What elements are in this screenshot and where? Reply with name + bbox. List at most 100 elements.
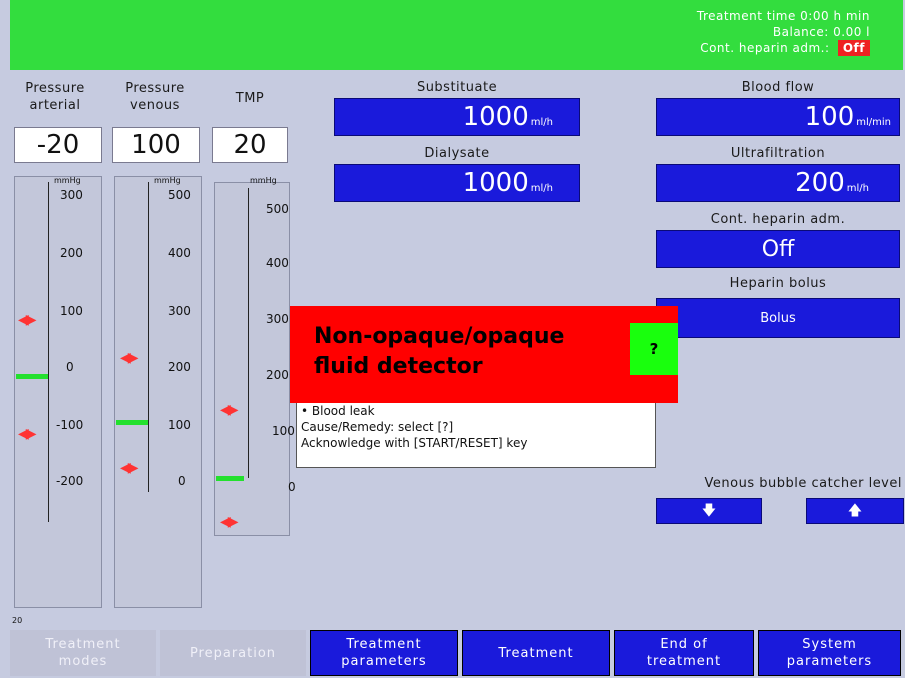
ultrafiltration-label: Ultrafiltration: [730, 146, 826, 161]
arterial-tick: -100: [56, 418, 84, 432]
dialysate-button[interactable]: 1000 ml/h: [334, 164, 580, 202]
blood-flow-button[interactable]: 100 ml/min: [656, 98, 900, 136]
alarm-line-3: Acknowledge with [START/RESET] key: [301, 436, 528, 450]
cont-heparin-button[interactable]: Off: [656, 230, 900, 268]
ultrafiltration-button[interactable]: 200 ml/h: [656, 164, 900, 202]
tmp-upper-limit-arrows[interactable]: ◀▶: [220, 402, 238, 418]
tmp-lower-limit-arrows[interactable]: ◀▶: [220, 514, 238, 530]
tab-preparation[interactable]: Preparation: [160, 630, 306, 676]
arterial-tick: 300: [60, 188, 83, 202]
dialysate-unit: ml/h: [530, 183, 553, 194]
tmp-tick: 100: [272, 424, 295, 438]
venous-tick: 300: [168, 304, 191, 318]
tmp-tick: 200: [266, 368, 289, 382]
tmp-tick: 400: [266, 256, 289, 270]
annotation-text: Non-opaque/opaque fluid detector: [314, 322, 624, 382]
tab-label: Treatment: [346, 637, 422, 652]
annotation-line-1: Non-opaque/opaque: [314, 324, 565, 349]
heparin-bolus-label: Heparin bolus: [729, 276, 827, 291]
cont-heparin-status-label: Cont. heparin adm.:: [700, 41, 830, 55]
tmp-unit: mmHg: [250, 176, 277, 185]
tmp-scale-line: [248, 188, 249, 478]
substitute-unit: ml/h: [530, 117, 553, 128]
tab-label: treatment: [646, 654, 722, 669]
arterial-unit: mmHg: [54, 176, 81, 185]
tmp-level-bar: [216, 476, 244, 481]
tab-system-parameters[interactable]: System parameters: [758, 630, 901, 676]
balance: Balance: 0.00 l: [772, 25, 870, 39]
blood-flow-label: Blood flow: [741, 80, 815, 95]
arterial-gauge: [14, 176, 102, 608]
venous-tick: 200: [168, 360, 191, 374]
venous-tick: 500: [168, 188, 191, 202]
substitute-button[interactable]: 1000 ml/h: [334, 98, 580, 136]
venous-lower-limit-arrows[interactable]: ◀▶: [120, 460, 138, 476]
blood-flow-value: 100: [804, 102, 855, 132]
dialysate-value: 1000: [462, 168, 529, 198]
bubble-catcher-label: Venous bubble catcher level: [704, 476, 902, 491]
tab-label: System: [802, 637, 857, 652]
arterial-level-bar: [16, 374, 48, 379]
tmp-label: TMP: [235, 91, 265, 106]
arterial-upper-limit-arrows[interactable]: ◀▶: [18, 312, 36, 328]
venous-tick: 0: [178, 474, 186, 488]
tab-label: Preparation: [189, 645, 277, 661]
tmp-gauge: [214, 182, 290, 536]
help-button[interactable]: ?: [630, 323, 678, 375]
arterial-lower-limit-arrows[interactable]: ◀▶: [18, 426, 36, 442]
cont-heparin-status: Cont. heparin adm.: Off: [560, 40, 870, 56]
venous-upper-limit-arrows[interactable]: ◀▶: [120, 350, 138, 366]
pressure-venous-label-2: venous: [130, 98, 180, 113]
venous-tick: 400: [168, 246, 191, 260]
arterial-tick: 100: [60, 304, 83, 318]
ultrafiltration-value: 200: [795, 168, 845, 198]
bubble-level-up-button[interactable]: 🡅: [806, 498, 904, 524]
tab-label: Treatment: [498, 645, 574, 661]
venous-value: 100: [112, 127, 200, 163]
pressure-arterial-label-1: Pressure: [25, 81, 85, 96]
cont-heparin-status-badge: Off: [837, 40, 870, 56]
pressure-arterial-label: Pressure arterial: [10, 80, 100, 114]
tab-treatment-modes[interactable]: Treatment modes: [10, 630, 156, 676]
tmp-tick: 300: [266, 312, 289, 326]
tab-treatment[interactable]: Treatment: [462, 630, 610, 676]
tab-end-of-treatment[interactable]: End of treatment: [614, 630, 754, 676]
arterial-tick: -200: [56, 474, 84, 488]
cont-heparin-label: Cont. heparin adm.: [710, 212, 846, 227]
tab-treatment-parameters[interactable]: Treatment parameters: [310, 630, 458, 676]
treatment-time: Treatment time 0:00 h min: [696, 9, 870, 23]
alarm-line-1: • Blood leak: [301, 404, 375, 418]
pressure-venous-label: Pressure venous: [110, 80, 200, 114]
dialysate-label: Dialysate: [424, 146, 490, 161]
status-info: Treatment time 0:00 h min Balance: 0.00 …: [560, 8, 870, 56]
arterial-tick: 200: [60, 246, 83, 260]
arterial-scale-line: [48, 182, 49, 522]
tmp-tick: 500: [266, 202, 289, 216]
substitute-label: Substituate: [416, 80, 498, 95]
substitute-value: 1000: [462, 102, 529, 132]
tmp-tick: 0: [288, 480, 296, 494]
arterial-tick: 0: [66, 360, 74, 374]
blood-flow-unit: ml/min: [856, 117, 891, 128]
pressure-arterial-label-2: arterial: [29, 98, 81, 113]
tab-label: parameters: [341, 654, 427, 669]
venous-unit: mmHg: [154, 176, 181, 185]
bubble-level-down-button[interactable]: 🡇: [656, 498, 762, 524]
tab-label: modes: [58, 654, 108, 669]
ultrafiltration-unit: ml/h: [846, 183, 869, 194]
tab-label: End of: [660, 637, 708, 652]
tab-label: Treatment: [45, 637, 121, 652]
venous-gauge: [114, 176, 202, 608]
heparin-bolus-button[interactable]: Bolus: [656, 298, 900, 338]
venous-tick: 100: [168, 418, 191, 432]
tmp-value: 20: [212, 127, 288, 163]
arterial-value: -20: [14, 127, 102, 163]
pressure-venous-label-1: Pressure: [125, 81, 185, 96]
venous-level-bar: [116, 420, 148, 425]
annotation-line-2: fluid detector: [314, 354, 483, 379]
alarm-line-2: Cause/Remedy: select [?]: [301, 420, 454, 434]
bottom-nav: Treatment modes Preparation Treatment para…: [10, 630, 903, 678]
tab-label: parameters: [786, 654, 873, 669]
footnote: 20: [12, 616, 23, 625]
venous-scale-line: [148, 182, 149, 492]
